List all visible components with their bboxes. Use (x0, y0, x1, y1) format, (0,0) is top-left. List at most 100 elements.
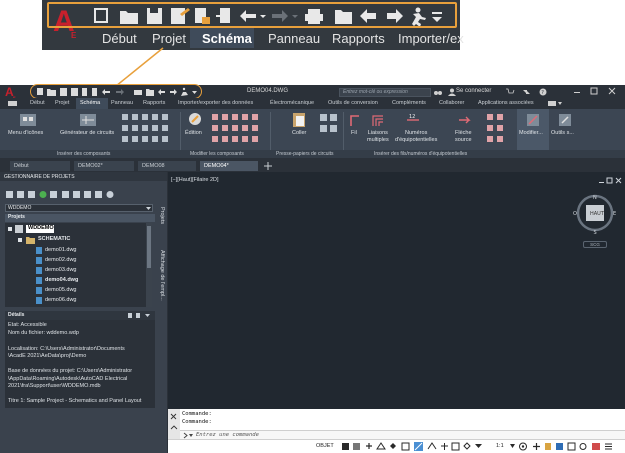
viewport-window-controls[interactable] (598, 177, 623, 185)
sign-in-link[interactable]: Se connecter (456, 88, 491, 94)
side-tab-affichage[interactable]: Affichage de l'empl... (159, 250, 165, 301)
group-label-inserer-composants[interactable]: Insérer des composants (57, 151, 110, 157)
tree-file-item[interactable]: demo02.dwg (45, 257, 77, 263)
project-manager-toolbar-icons[interactable] (5, 190, 125, 199)
ribbon-tab-electromecanique[interactable]: Électromécanique (270, 100, 314, 106)
source-arrow-icon[interactable] (457, 112, 475, 128)
viewcube-north: N (593, 195, 597, 201)
zoom-tab-importer[interactable]: Importer/ex (398, 31, 464, 46)
menu-icones-label[interactable]: Menu d'icônes (8, 130, 43, 137)
status-bar-right-icons[interactable] (508, 441, 624, 452)
selected-project: WDDEMO (8, 205, 32, 211)
tree-file-item[interactable]: demo05.dwg (45, 287, 77, 293)
edit-icon[interactable] (185, 112, 205, 128)
user-icon (448, 88, 456, 96)
tree-file-item[interactable]: demo01.dwg (45, 247, 77, 253)
dwg-file-icon (36, 297, 42, 304)
command-input[interactable]: Entrez une commande (180, 430, 625, 439)
tree-file-item[interactable]: demo03.dwg (45, 267, 77, 273)
details-title: Détails (8, 312, 25, 318)
model-space-toggle[interactable]: OBJET (316, 443, 334, 449)
group-label-modifier-composants[interactable]: Modifier les composants (190, 151, 244, 157)
ribbon-tab-import-export[interactable]: Importer/exporter des données (178, 100, 253, 106)
modifier-label[interactable]: Modifier... (519, 130, 543, 137)
tree-folder-schematic[interactable]: SCHEMATIC (38, 236, 70, 242)
help-search-input[interactable]: Entrez mot-clé ou expression (339, 88, 431, 97)
outils-label[interactable]: Outils s... (551, 130, 574, 137)
projects-header: Projets (5, 214, 155, 222)
doc-tab-debut[interactable]: Début (10, 161, 70, 171)
zoom-tab-panneau[interactable]: Panneau (268, 31, 320, 46)
clipboard-small-icons[interactable] (318, 112, 340, 148)
tree-file-item-current[interactable]: demo04.dwg (45, 277, 78, 283)
wire-number-icon[interactable]: 12 (404, 112, 422, 128)
details-line: \AcadE 2021\AeData\proj\Demo (8, 353, 87, 359)
annotation-scale[interactable]: 1:1 (496, 443, 504, 449)
doc-tab-demo04[interactable]: DEMO04* (200, 161, 258, 171)
tree-file-item[interactable]: demo06.dwg (45, 297, 77, 303)
paste-icon[interactable] (285, 112, 315, 128)
details-header-icons[interactable] (127, 312, 153, 319)
fil-label[interactable]: Fil (351, 130, 357, 137)
ribbon-tab-complements[interactable]: Compléments (392, 100, 426, 106)
coller-label[interactable]: Coller (292, 130, 306, 137)
command-history-line: Commande: (182, 419, 212, 425)
ribbon-tab-collaborer[interactable]: Collaborer (439, 100, 464, 106)
group-label-presse-papiers[interactable]: Presse-papiers de circuits (276, 151, 334, 157)
viewport-controls-label[interactable]: [−][Haut][Filaire 2D] (171, 177, 219, 183)
svg-text:?: ? (541, 90, 544, 96)
generateur-label[interactable]: Générateur de circuits (60, 130, 114, 137)
viewcube-face: HAUT (590, 211, 605, 217)
modify-small-icons[interactable] (210, 112, 268, 148)
window-controls[interactable] (572, 87, 622, 96)
ribbon-tab-applications[interactable]: Applications associées (478, 100, 534, 106)
ribbon-tab-rapports[interactable]: Rapports (143, 100, 165, 106)
details-line: Base de données du projet: C:\Users\Admi… (8, 368, 133, 374)
binoculars-icon[interactable] (434, 88, 442, 96)
wire-icon[interactable] (348, 112, 362, 128)
ribbon-tab-panneau[interactable]: Panneau (111, 100, 133, 106)
ribbon-tab-projet[interactable]: Projet (55, 100, 69, 106)
command-window-side-icons[interactable] (170, 413, 178, 437)
zoom-tab-schema[interactable]: Schéma (202, 31, 252, 46)
tree-root-wddemo[interactable]: WDDEMO (28, 225, 54, 231)
details-line: Etat: Accessible (8, 322, 47, 328)
component-small-icons[interactable] (120, 112, 180, 148)
wire-small-icons[interactable] (485, 112, 515, 148)
ribbon-tab-debut[interactable]: Début (30, 100, 45, 106)
numeros-label[interactable]: Numéros d'équipotentielles (395, 130, 437, 143)
command-history-line: Commande: (182, 411, 212, 417)
new-tab-plus-icon[interactable] (264, 162, 272, 170)
help-icon[interactable]: ? (539, 88, 555, 96)
project-select[interactable]: WDDEMO (5, 204, 153, 212)
viewcube-east: E (613, 211, 616, 217)
side-tab-projets[interactable]: Projets (159, 207, 165, 224)
ribbon-tab-schema[interactable]: Schéma (80, 100, 100, 106)
ribbon-menu-icon[interactable] (8, 100, 18, 107)
cart-and-exchange-icons[interactable] (505, 88, 535, 96)
ribbon-tab-conversion[interactable]: Outils de conversion (328, 100, 378, 106)
wcs-menu[interactable]: SCG (583, 241, 607, 248)
viewcube-south: S (594, 230, 597, 236)
tree-scrollbar-thumb[interactable] (147, 226, 151, 268)
tools-icon[interactable] (557, 112, 573, 128)
zoom-tab-projet[interactable]: Projet (152, 31, 186, 46)
zoom-tab-rapports[interactable]: Rapports (332, 31, 385, 46)
liaisons-label[interactable]: Liaisons multiples (367, 130, 389, 143)
viewcube-icon[interactable]: HAUT N S E O (570, 193, 620, 237)
edition-label[interactable]: Édition (185, 130, 202, 137)
modify-icon[interactable] (525, 112, 541, 128)
doc-tab-demo02[interactable]: DEMO02* (74, 161, 134, 171)
circuit-builder-icon[interactable] (78, 112, 100, 128)
fleche-label[interactable]: Flèche source (455, 130, 472, 143)
window-title: DEMO04.DWG (247, 88, 289, 94)
ribbon-minimize-icon[interactable] (548, 100, 562, 107)
drawing-canvas[interactable] (168, 172, 625, 409)
screenshot-root: A E Début Projet Schéma Panneau Rapports… (0, 0, 625, 453)
doc-tab-demo08[interactable]: DEMO08 (138, 161, 196, 171)
multi-wires-icon[interactable] (370, 112, 388, 128)
status-bar-toggle-icons[interactable] (340, 441, 495, 452)
group-label-inserer-fils[interactable]: Insérer des fils/numéros d'équipotentiel… (374, 151, 467, 157)
zoom-tab-debut[interactable]: Début (102, 31, 137, 46)
icon-menu-icon[interactable] (18, 112, 40, 128)
